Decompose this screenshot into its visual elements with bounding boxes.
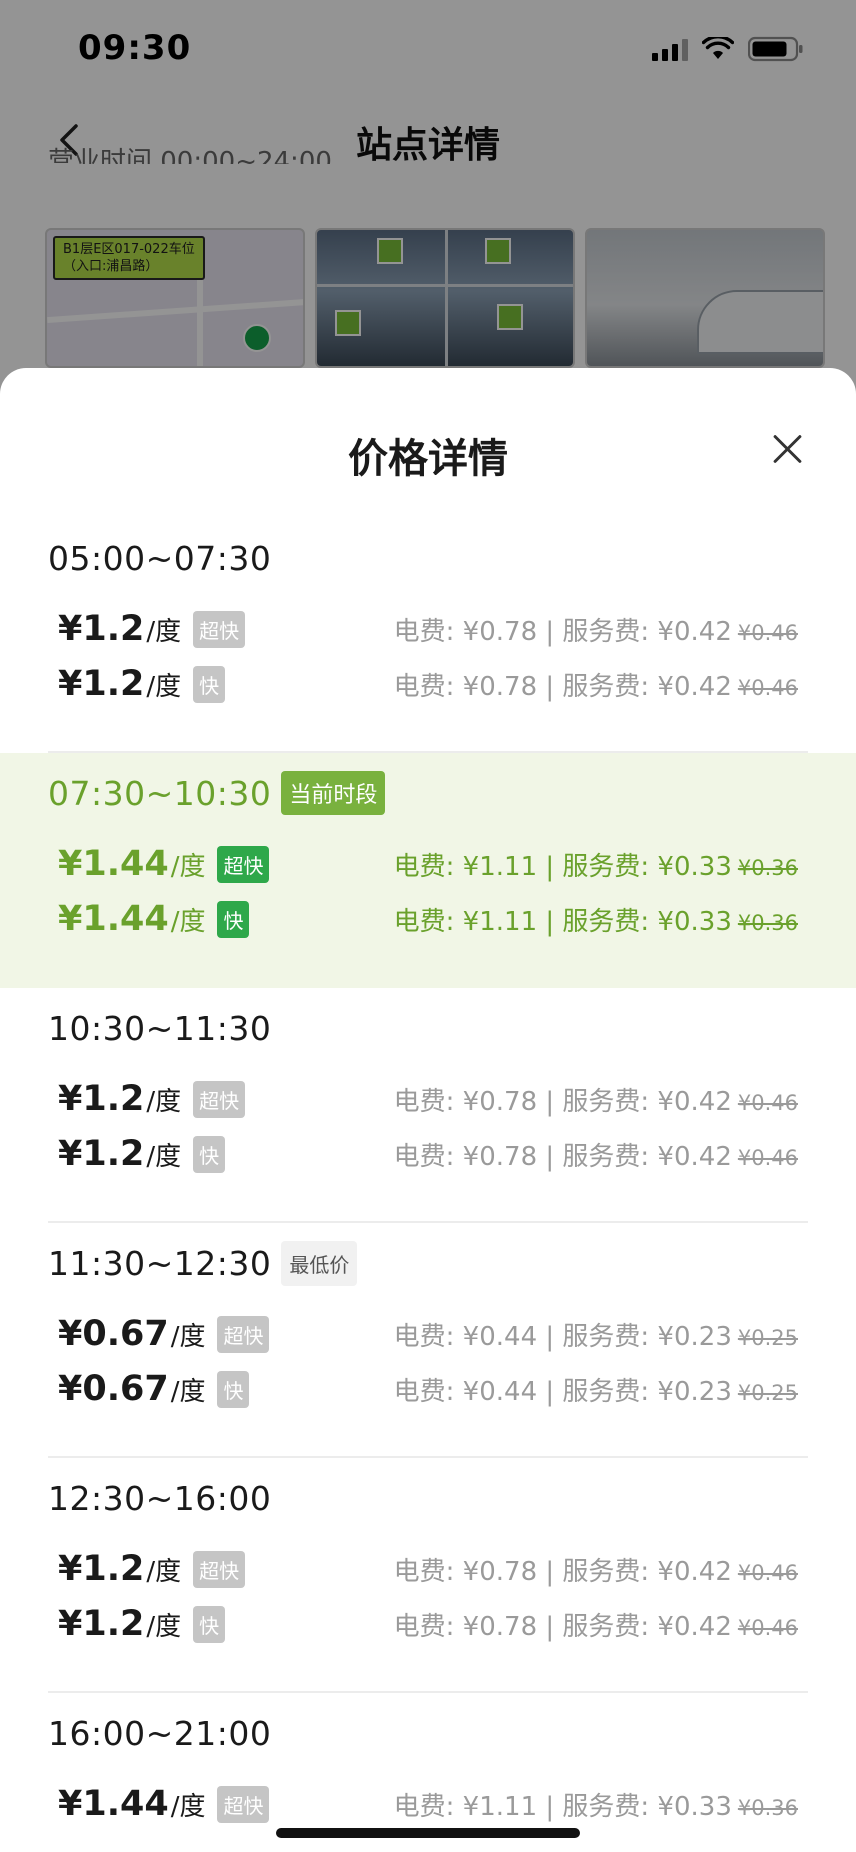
price-value: ¥1.2 xyxy=(58,609,145,649)
speed-badge: 超快 xyxy=(217,1785,270,1823)
original-service-fee: ¥0.46 xyxy=(737,1615,798,1640)
speed-badge: 快 xyxy=(193,665,226,703)
original-service-fee: ¥0.46 xyxy=(737,1145,798,1170)
fee-text: 电费: ¥1.11 | 服务费: ¥0.33 xyxy=(393,906,732,937)
price-row: ¥1.44 /度 超快 电费: ¥1.11 | 服务费: ¥0.33 ¥0.36 xyxy=(58,839,798,889)
fee-text: 电费: ¥0.78 | 服务费: ¥0.42 xyxy=(393,1141,732,1172)
fee-breakdown: 电费: ¥0.44 | 服务费: ¥0.23 ¥0.25 xyxy=(394,1316,798,1353)
fee-text: 电费: ¥0.44 | 服务费: ¥0.23 xyxy=(393,1321,732,1352)
original-service-fee: ¥0.25 xyxy=(737,1380,798,1405)
price-value: ¥1.44 xyxy=(58,1784,169,1824)
current-period-badge: 当前时段 xyxy=(281,771,386,815)
fee-text: 电费: ¥0.44 | 服务费: ¥0.23 xyxy=(393,1376,732,1407)
price-unit: /度 xyxy=(146,1141,182,1172)
price-value: ¥1.2 xyxy=(58,1079,145,1119)
price-unit: /度 xyxy=(146,1556,182,1587)
price-value: ¥1.2 xyxy=(58,1604,145,1644)
fee-breakdown: 电费: ¥0.78 | 服务费: ¥0.42 ¥0.46 xyxy=(394,1606,798,1643)
speed-badge: 快 xyxy=(193,1605,226,1643)
speed-badge: 超快 xyxy=(193,1080,246,1118)
price-unit: /度 xyxy=(146,671,182,702)
original-service-fee: ¥0.46 xyxy=(737,620,798,645)
period-section: 12:30~16:00 ¥1.2 /度 超快 电费: ¥0.78 | 服务费: … xyxy=(0,1458,856,1693)
price-value: ¥1.2 xyxy=(58,1549,145,1589)
fee-breakdown: 电费: ¥0.78 | 服务费: ¥0.42 ¥0.46 xyxy=(394,1081,798,1118)
price-row: ¥1.2 /度 超快 电费: ¥0.78 | 服务费: ¥0.42 ¥0.46 xyxy=(58,1074,798,1124)
close-icon[interactable] xyxy=(770,432,804,466)
fee-breakdown: 电费: ¥0.78 | 服务费: ¥0.42 ¥0.46 xyxy=(394,666,798,703)
fee-breakdown: 电费: ¥1.11 | 服务费: ¥0.33 ¥0.36 xyxy=(394,846,798,883)
price-value: ¥0.67 xyxy=(58,1369,169,1409)
price-unit: /度 xyxy=(170,1321,206,1352)
period-time: 07:30~10:30 xyxy=(48,773,272,813)
price-row: ¥1.2 /度 超快 电费: ¥0.78 | 服务费: ¥0.42 ¥0.46 xyxy=(58,1544,798,1594)
fee-breakdown: 电费: ¥0.78 | 服务费: ¥0.42 ¥0.46 xyxy=(394,1136,798,1173)
price-unit: /度 xyxy=(170,851,206,882)
price-details-sheet: 价格详情 05:00~07:30 ¥1.2 /度 超快 电费: ¥0.78 | … xyxy=(0,368,856,1852)
speed-badge: 超快 xyxy=(193,1550,246,1588)
price-row: ¥1.44 /度 超快 电费: ¥1.11 | 服务费: ¥0.33 ¥0.36 xyxy=(58,1779,798,1829)
original-service-fee: ¥0.46 xyxy=(737,675,798,700)
price-row: ¥1.2 /度 快 电费: ¥0.78 | 服务费: ¥0.42 ¥0.46 xyxy=(58,1599,798,1649)
original-service-fee: ¥0.25 xyxy=(737,1325,798,1350)
period-section: 11:30~12:30 最低价 ¥0.67 /度 超快 电费: ¥0.44 | … xyxy=(0,1223,856,1458)
price-value: ¥1.44 xyxy=(58,844,169,884)
price-value: ¥1.44 xyxy=(58,899,169,939)
period-time: 10:30~11:30 xyxy=(48,1008,272,1048)
fee-text: 电费: ¥0.78 | 服务费: ¥0.42 xyxy=(393,616,732,647)
price-row: ¥1.2 /度 超快 电费: ¥0.78 | 服务费: ¥0.42 ¥0.46 xyxy=(58,604,798,654)
price-unit: /度 xyxy=(170,1791,206,1822)
period-time: 05:00~07:30 xyxy=(48,538,272,578)
price-unit: /度 xyxy=(170,1376,206,1407)
fee-breakdown: 电费: ¥0.44 | 服务费: ¥0.23 ¥0.25 xyxy=(394,1371,798,1408)
lowest-price-badge: 最低价 xyxy=(281,1240,358,1286)
price-row: ¥1.2 /度 快 电费: ¥0.78 | 服务费: ¥0.42 ¥0.46 xyxy=(58,1129,798,1179)
fee-text: 电费: ¥0.78 | 服务费: ¥0.42 xyxy=(393,1556,732,1587)
price-unit: /度 xyxy=(146,616,182,647)
period-time: 16:00~21:00 xyxy=(48,1713,272,1753)
original-service-fee: ¥0.36 xyxy=(737,910,798,935)
original-service-fee: ¥0.36 xyxy=(737,855,798,880)
period-section: 16:00~21:00 ¥1.44 /度 超快 电费: ¥1.11 | 服务费:… xyxy=(0,1693,856,1838)
speed-badge: 超快 xyxy=(217,845,270,883)
sheet-title: 价格详情 xyxy=(348,436,508,482)
price-unit: /度 xyxy=(170,906,206,937)
fee-breakdown: 电费: ¥0.78 | 服务费: ¥0.42 ¥0.46 xyxy=(394,1551,798,1588)
fee-breakdown: 电费: ¥1.11 | 服务费: ¥0.33 ¥0.36 xyxy=(394,901,798,938)
price-value: ¥0.67 xyxy=(58,1314,169,1354)
original-service-fee: ¥0.36 xyxy=(737,1795,798,1820)
period-section: 10:30~11:30 ¥1.2 /度 超快 电费: ¥0.78 | 服务费: … xyxy=(0,988,856,1223)
period-list: 05:00~07:30 ¥1.2 /度 超快 电费: ¥0.78 | 服务费: … xyxy=(0,518,856,1838)
price-row: ¥0.67 /度 超快 电费: ¥0.44 | 服务费: ¥0.23 ¥0.25 xyxy=(58,1309,798,1359)
price-row: ¥1.2 /度 快 电费: ¥0.78 | 服务费: ¥0.42 ¥0.46 xyxy=(58,659,798,709)
fee-breakdown: 电费: ¥0.78 | 服务费: ¥0.42 ¥0.46 xyxy=(394,611,798,648)
fee-text: 电费: ¥0.78 | 服务费: ¥0.42 xyxy=(393,671,732,702)
price-unit: /度 xyxy=(146,1086,182,1117)
original-service-fee: ¥0.46 xyxy=(737,1090,798,1115)
fee-text: 电费: ¥0.78 | 服务费: ¥0.42 xyxy=(393,1611,732,1642)
price-value: ¥1.2 xyxy=(58,1134,145,1174)
period-section: 05:00~07:30 ¥1.2 /度 超快 电费: ¥0.78 | 服务费: … xyxy=(0,518,856,753)
price-unit: /度 xyxy=(146,1611,182,1642)
fee-text: 电费: ¥0.78 | 服务费: ¥0.42 xyxy=(393,1086,732,1117)
home-indicator[interactable] xyxy=(276,1828,580,1838)
speed-badge: 超快 xyxy=(217,1315,270,1353)
period-section-current: 07:30~10:30 当前时段 ¥1.44 /度 超快 电费: ¥1.11 |… xyxy=(0,753,856,988)
speed-badge: 快 xyxy=(217,1370,250,1408)
price-value: ¥1.2 xyxy=(58,664,145,704)
price-row: ¥1.44 /度 快 电费: ¥1.11 | 服务费: ¥0.33 ¥0.36 xyxy=(58,894,798,944)
speed-badge: 快 xyxy=(217,900,250,938)
speed-badge: 快 xyxy=(193,1135,226,1173)
original-service-fee: ¥0.46 xyxy=(737,1560,798,1585)
fee-breakdown: 电费: ¥1.11 | 服务费: ¥0.33 ¥0.36 xyxy=(394,1786,798,1823)
fee-text: 电费: ¥1.11 | 服务费: ¥0.33 xyxy=(393,1791,732,1822)
period-time: 11:30~12:30 xyxy=(48,1243,272,1283)
fee-text: 电费: ¥1.11 | 服务费: ¥0.33 xyxy=(393,851,732,882)
price-row: ¥0.67 /度 快 电费: ¥0.44 | 服务费: ¥0.23 ¥0.25 xyxy=(58,1364,798,1414)
period-time: 12:30~16:00 xyxy=(48,1478,272,1518)
speed-badge: 超快 xyxy=(193,610,246,648)
